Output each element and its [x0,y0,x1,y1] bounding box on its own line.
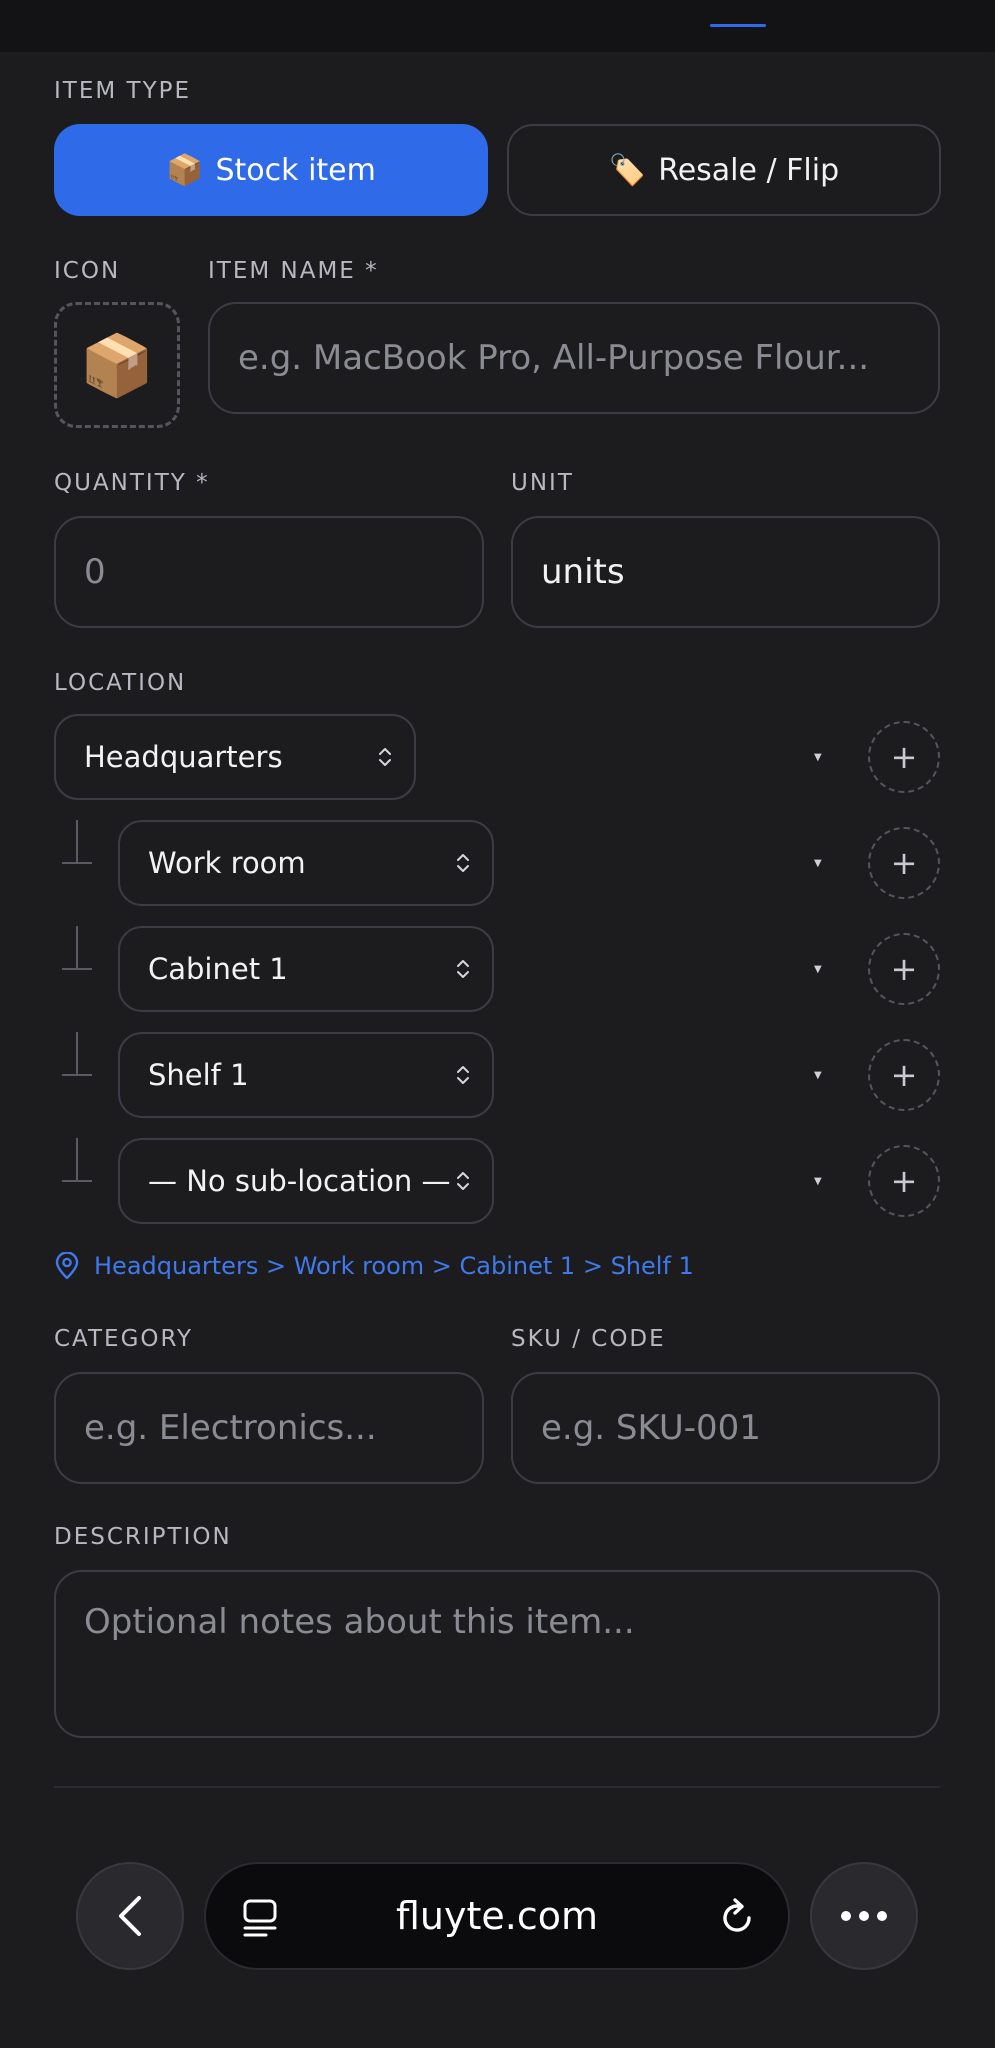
divider [54,1786,940,1788]
dropdown-caret-icon: ▼ [814,1176,822,1187]
reload-icon[interactable] [718,1896,758,1938]
unit-input[interactable]: units [511,516,940,628]
stock-item-button[interactable]: 📦 Stock item [54,124,488,216]
more-icon [841,1911,887,1921]
browser-back-button[interactable] [76,1862,184,1970]
dropdown-caret-icon: ▼ [814,752,822,763]
add-sub-location-button[interactable]: + [868,1039,940,1111]
sku-label: SKU / CODE [511,1326,666,1352]
browser-more-button[interactable] [810,1862,918,1970]
category-label: CATEGORY [54,1326,194,1352]
location-select-value: Shelf 1 [148,1058,249,1092]
location-select-value: Work room [148,846,306,880]
resale-flip-label: Resale / Flip [658,152,840,188]
icon-label: ICON [54,258,121,284]
add-location-button[interactable]: + [868,721,940,793]
browser-address-bar[interactable]: fluyte.com [204,1862,790,1970]
location-select-value: Headquarters [84,740,283,774]
quantity-placeholder: 0 [84,552,106,592]
add-sub-location-button[interactable]: + [868,1145,940,1217]
stock-item-label: Stock item [215,152,376,188]
tree-connector-icon [62,1032,92,1076]
category-input[interactable]: e.g. Electronics... [54,1372,484,1484]
package-icon: 📦 [79,330,155,401]
plus-icon: + [890,950,918,988]
select-chevron-icon [457,960,469,978]
map-pin-icon [55,1252,79,1280]
location-select-value: Cabinet 1 [148,952,288,986]
select-chevron-icon [379,748,391,766]
plus-icon: + [890,1162,918,1200]
item-name-placeholder: e.g. MacBook Pro, All-Purpose Flour... [238,338,870,378]
location-select-level-5[interactable]: — No sub-location — [118,1138,494,1224]
location-breadcrumb: Headquarters > Work room > Cabinet 1 > S… [54,1252,694,1280]
dropdown-caret-icon: ▼ [814,964,822,975]
item-name-input[interactable]: e.g. MacBook Pro, All-Purpose Flour... [208,302,940,414]
location-path-text: Headquarters > Work room > Cabinet 1 > S… [94,1252,694,1280]
item-type-label: ITEM TYPE [54,78,192,104]
select-chevron-icon [457,1066,469,1084]
unit-value: units [541,552,625,592]
url-text: fluyte.com [395,1894,599,1938]
package-icon: 📦 [166,152,204,188]
location-select-level-3[interactable]: Cabinet 1 [118,926,494,1012]
icon-picker[interactable]: 📦 [54,302,180,428]
resale-flip-button[interactable]: 🏷️ Resale / Flip [507,124,941,216]
tree-connector-icon [62,820,92,864]
tag-icon: 🏷️ [608,152,647,188]
unit-label: UNIT [511,470,574,496]
location-select-value: — No sub-location — [148,1164,451,1198]
add-sub-location-button[interactable]: + [868,933,940,1005]
plus-icon: + [890,738,918,776]
plus-icon: + [890,844,918,882]
location-label: LOCATION [54,670,187,696]
quantity-label: QUANTITY * [54,470,210,496]
location-select-level-2[interactable]: Work room [118,820,494,906]
dropdown-caret-icon: ▼ [814,858,822,869]
tree-connector-icon [62,1138,92,1182]
tree-connector-icon [62,926,92,970]
item-name-label: ITEM NAME * [208,258,379,284]
description-label: DESCRIPTION [54,1524,232,1550]
location-select-level-1[interactable]: Headquarters [54,714,416,800]
category-placeholder: e.g. Electronics... [84,1408,377,1448]
back-icon [119,1896,141,1936]
plus-icon: + [890,1056,918,1094]
sku-input[interactable]: e.g. SKU-001 [511,1372,940,1484]
add-sub-location-button[interactable]: + [868,827,940,899]
dropdown-caret-icon: ▼ [814,1070,822,1081]
active-tab-indicator [710,24,766,27]
top-bar [0,0,995,52]
sku-placeholder: e.g. SKU-001 [541,1408,761,1448]
description-placeholder: Optional notes about this item... [84,1602,635,1642]
location-select-level-4[interactable]: Shelf 1 [118,1032,494,1118]
quantity-input[interactable]: 0 [54,516,484,628]
description-textarea[interactable]: Optional notes about this item... [54,1570,940,1738]
select-chevron-icon [457,854,469,872]
select-chevron-icon [457,1172,469,1190]
